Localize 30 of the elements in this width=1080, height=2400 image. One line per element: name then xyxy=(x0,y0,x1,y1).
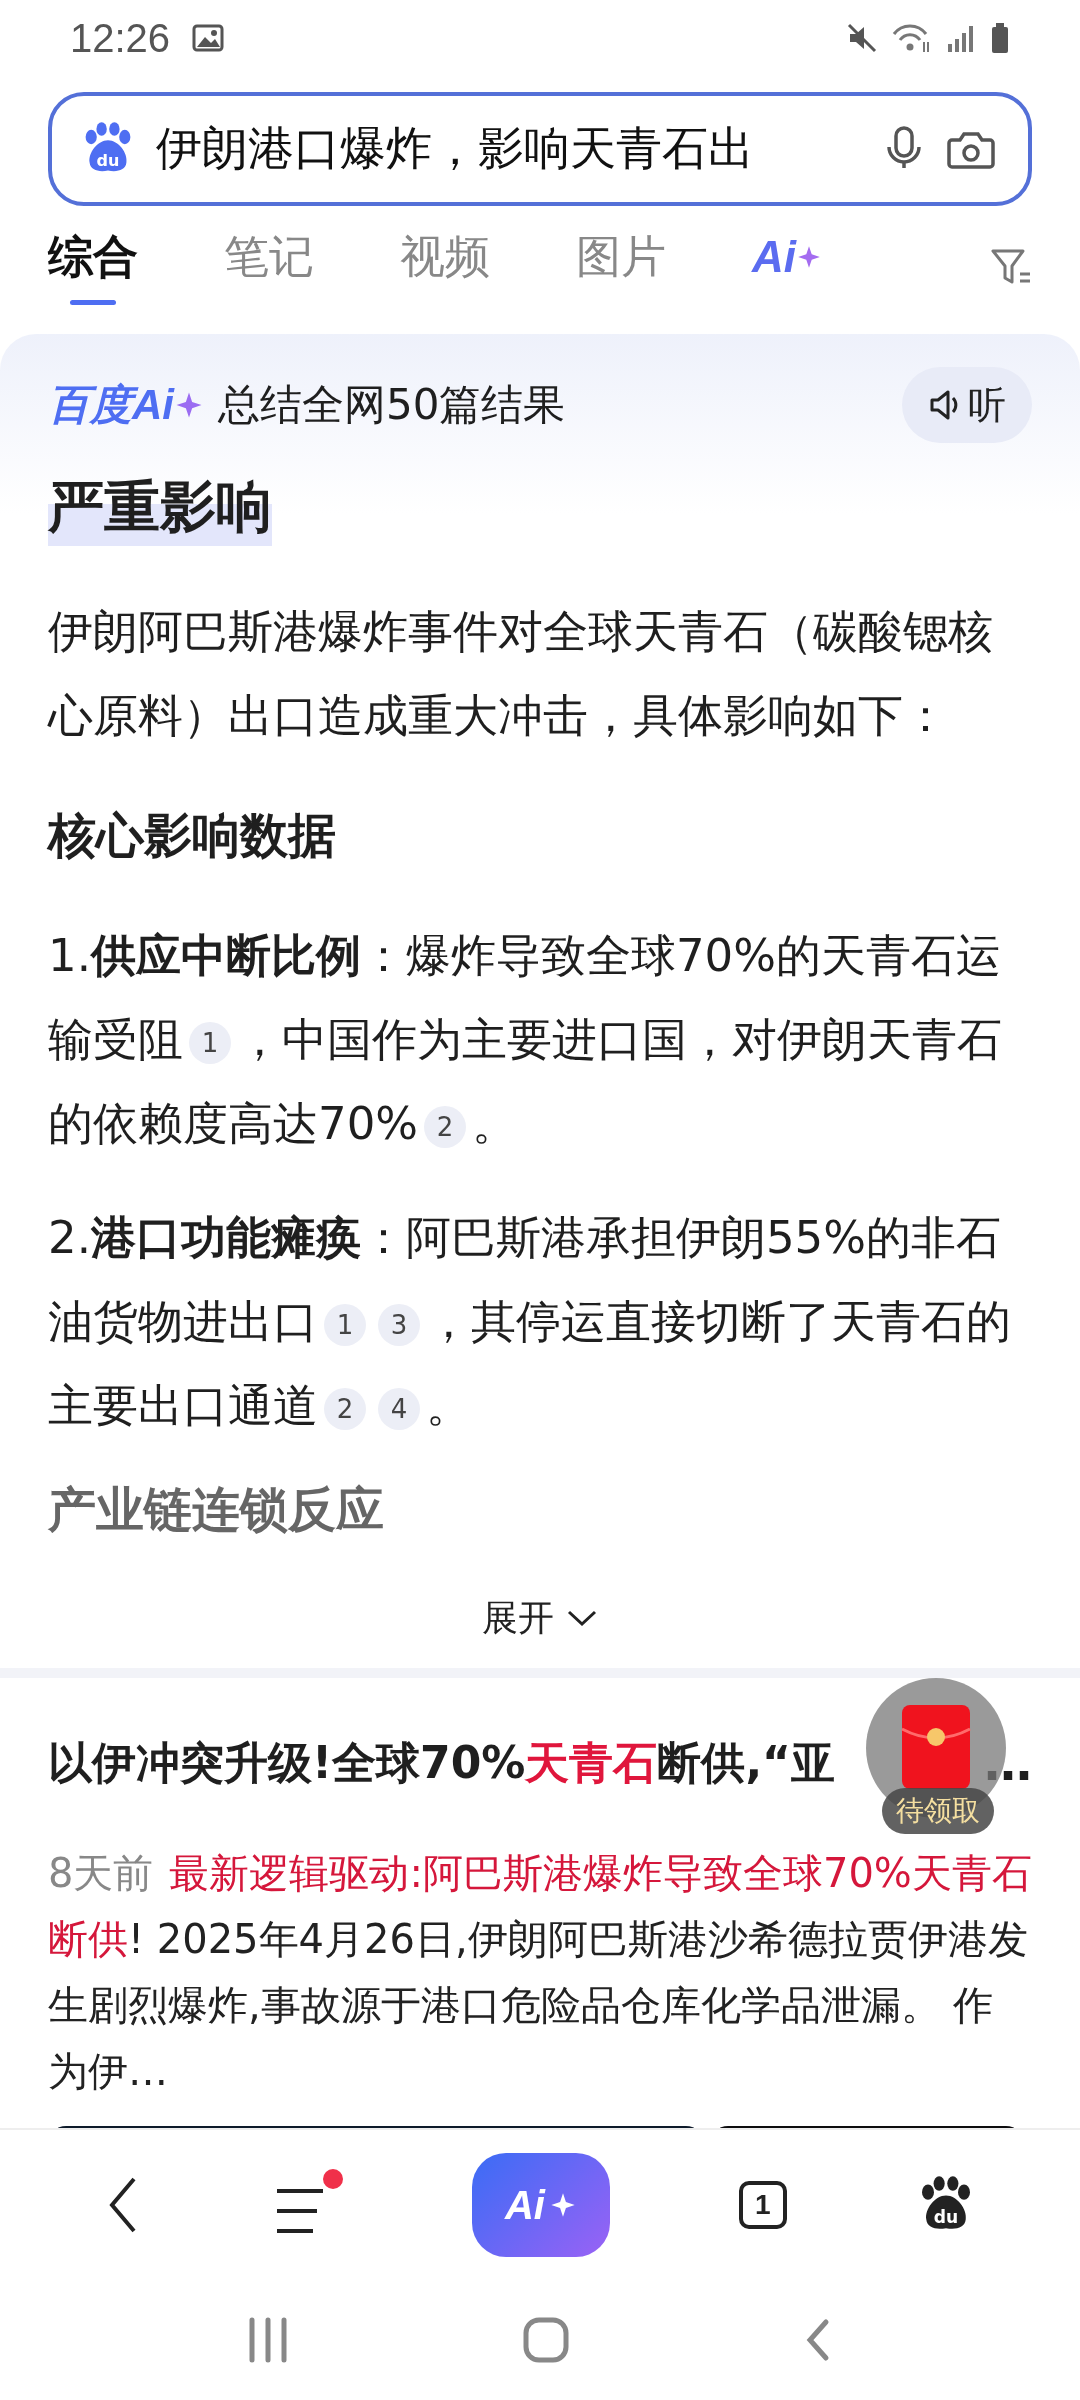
summary-label: 总结全网50篇结果 xyxy=(218,379,566,431)
home-icon[interactable] xyxy=(523,2317,569,2363)
search-bar[interactable]: du 伊朗港口爆炸，影响天青石出 xyxy=(48,92,1032,206)
image-icon xyxy=(192,22,225,54)
ai-button[interactable]: Ai xyxy=(472,2153,610,2257)
tab[interactable]: 图片 xyxy=(576,227,666,305)
battery-icon xyxy=(990,21,1010,55)
speaker-icon xyxy=(928,388,960,422)
list-item-text: 2.港口功能瘫痪：阿巴斯港承担伊朗55%的非石油货物进出口 1 3 ，其停运直接切断了天青石的主要出口通道 2 4 。 xyxy=(48,1210,1012,1434)
brand-logo: 百度Ai xyxy=(48,380,174,430)
tab[interactable]: 视频 xyxy=(400,227,490,305)
tab[interactable]: 笔记 xyxy=(224,227,314,305)
section-subtitle: 产业链连锁反应 xyxy=(48,1480,385,1539)
listen-button[interactable]: 听 xyxy=(902,367,1032,443)
recent-apps-icon[interactable] xyxy=(247,2316,288,2364)
result-title[interactable]: 以伊冲突升级!全球70%天青石断供,“亚 xyxy=(48,1733,836,1793)
reward-label: 待领取 xyxy=(882,1788,994,1834)
tab-count-button[interactable]: 1 xyxy=(738,2181,787,2229)
status-time: 12:26 xyxy=(70,15,171,61)
expand-button[interactable]: 展开 xyxy=(476,1592,604,1644)
summary-paragraph: 伊朗阿巴斯港爆炸事件对全球天青石（碳酸锶核心原料）出口造成重大冲击，具体影响如下： xyxy=(48,604,994,744)
ai-tab[interactable]: Ai xyxy=(752,232,822,300)
list-item-text: 1.供应中断比例：爆炸导致全球70%的天青石运输受阻 1 ，中国作为主要进口国，对伊朗天青石的依赖度高达70% 2 。 xyxy=(48,928,1003,1152)
wifi-icon xyxy=(892,22,932,54)
result-snippet: 8天前 最新逻辑驱动:阿巴斯港爆炸导致全球70%天青石断供! 2025年4月26日,伊朗阿巴斯港沙希德拉贾伊港发生剧烈爆炸,事故源于港口危险品仓库化学品泄漏。 作为伊… xyxy=(48,1849,1032,2096)
tab[interactable]: 综合 xyxy=(48,227,138,305)
search-query[interactable]: 伊朗港口爆炸，影响天青石出 xyxy=(156,118,862,180)
section-subtitle: 核心影响数据 xyxy=(48,806,337,865)
mute-icon xyxy=(846,22,878,54)
ellipsis: … xyxy=(984,1735,1032,1791)
